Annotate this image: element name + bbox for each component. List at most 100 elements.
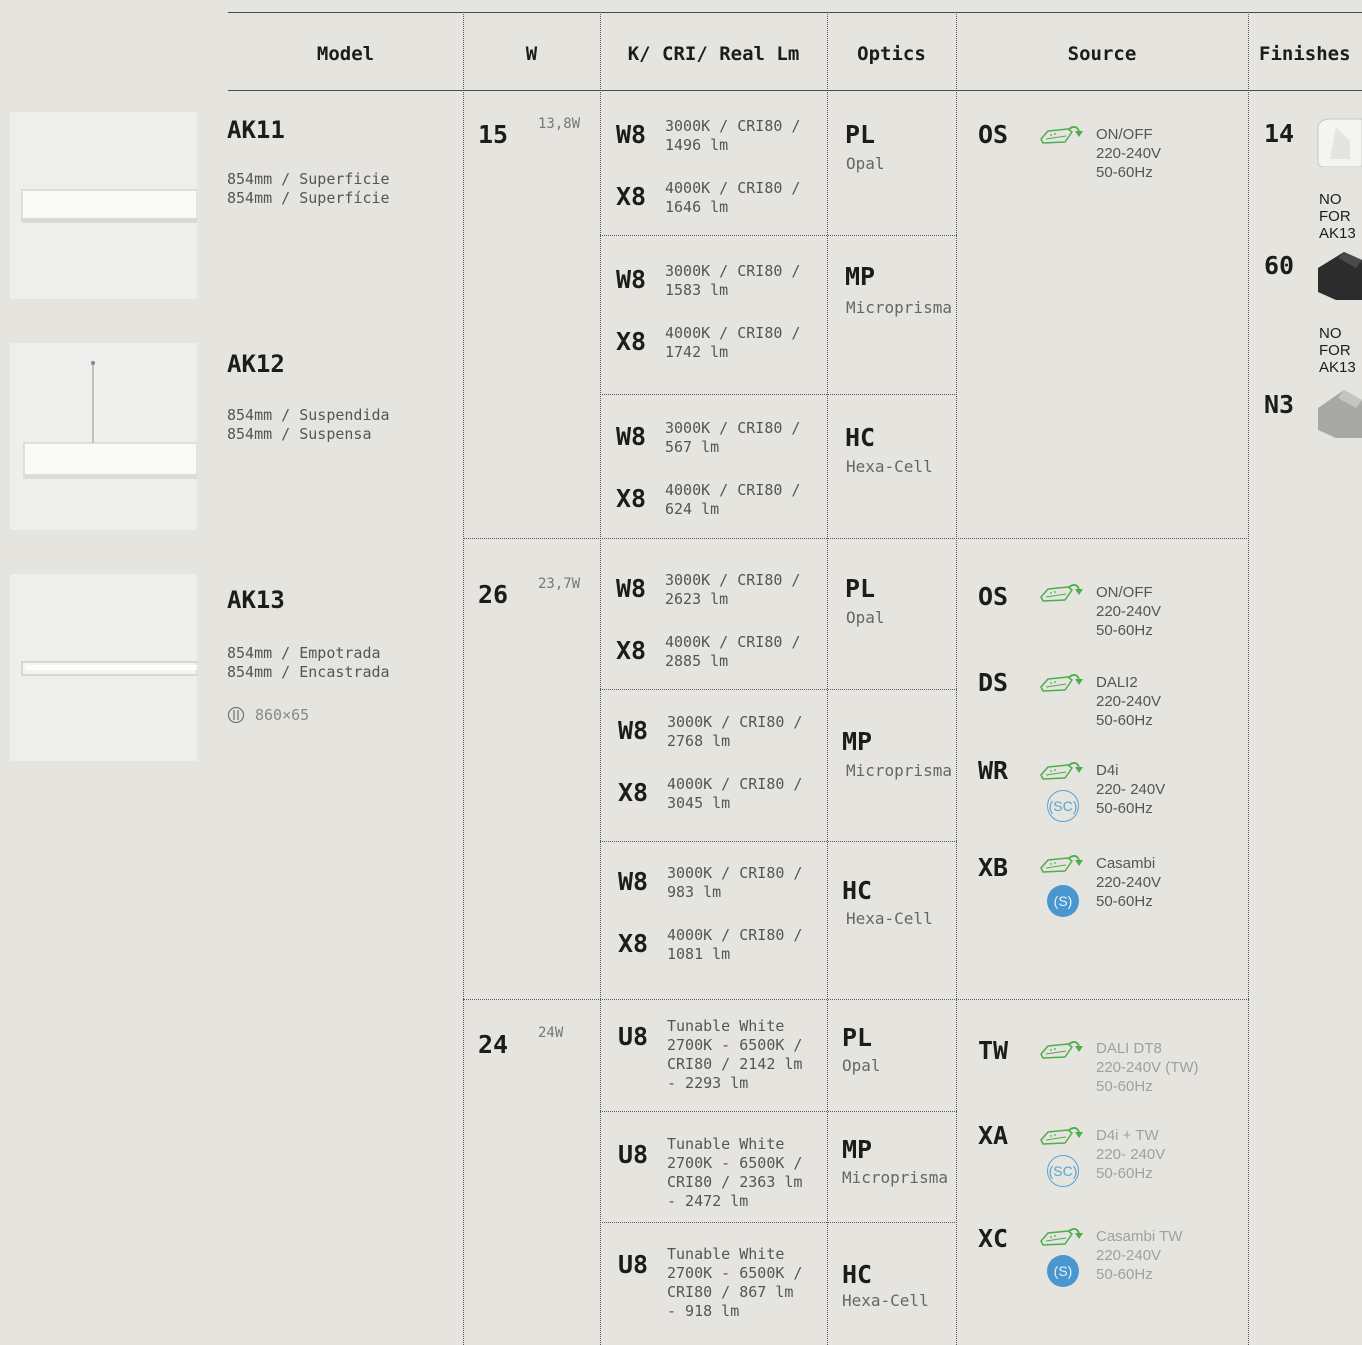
color-desc: 4000K / CRI80 / 1742 lm	[665, 324, 801, 361]
driver-plug-icon	[1040, 126, 1084, 144]
source-desc: D4i + TW 220- 240V 50-60Hz	[1096, 1127, 1166, 1182]
color-code: U8	[618, 1022, 649, 1051]
header-optics: Optics	[857, 43, 926, 65]
optic-name: Microprisma	[846, 761, 952, 780]
source-desc: Casambi TW 220-240V 50-60Hz	[1096, 1228, 1183, 1283]
finish-grey-swatch	[1316, 388, 1362, 438]
optic-name: Hexa-Cell	[846, 909, 933, 928]
source-desc: ON/OFF 220-240V 50-60Hz	[1096, 126, 1162, 181]
source-desc: D4i 220- 240V 50-60Hz	[1096, 762, 1166, 817]
watt-real: 24W	[538, 1025, 564, 1041]
optic-name: Microprisma	[846, 298, 952, 317]
optic-code: MP	[845, 262, 876, 291]
finish-white-swatch	[1316, 117, 1362, 167]
color-desc: Tunable White 2700K - 6500K / CRI80 / 86…	[667, 1245, 803, 1320]
header-finishes: Finishes	[1259, 43, 1351, 65]
color-desc: 4000K / CRI80 / 1081 lm	[667, 926, 803, 963]
optic-code: PL	[842, 1023, 873, 1052]
optic-name: Opal	[846, 154, 885, 173]
header-k-cri-lm: K/ CRI/ Real Lm	[627, 43, 800, 65]
source-code: XB	[978, 853, 1009, 882]
model-name-ak11: AK11	[227, 116, 285, 144]
color-desc: 4000K / CRI80 / 1646 lm	[665, 179, 801, 216]
finish-black-swatch	[1316, 250, 1362, 300]
optic-code: MP	[842, 727, 873, 756]
source-code: XA	[978, 1121, 1009, 1150]
source-code: OS	[978, 120, 1009, 149]
finish-note: NO FOR AK13	[1319, 325, 1356, 376]
product-image-ak13	[10, 574, 198, 761]
finish-note: NO FOR AK13	[1319, 191, 1356, 242]
source-code: XC	[978, 1224, 1009, 1253]
optic-name: Opal	[842, 1056, 881, 1075]
color-code: X8	[616, 636, 647, 665]
color-desc: 4000K / CRI80 / 2885 lm	[665, 633, 801, 670]
optic-code: HC	[842, 876, 873, 905]
source-desc: DALI DT8 220-240V (TW) 50-60Hz	[1096, 1040, 1199, 1095]
driver-plug-icon	[1040, 584, 1084, 602]
smart-wireless-icon: (S)	[1047, 1255, 1079, 1287]
watt-nominal: 26	[478, 580, 509, 609]
color-desc: 3000K / CRI80 / 2623 lm	[665, 571, 801, 608]
color-desc: 4000K / CRI80 / 3045 lm	[667, 775, 803, 812]
color-desc: 3000K / CRI80 / 1496 lm	[665, 117, 801, 154]
cutout-size: 860×65	[255, 706, 310, 724]
color-code: W8	[618, 716, 649, 745]
driver-plug-icon	[1040, 674, 1084, 692]
color-desc: 3000K / CRI80 / 2768 lm	[667, 713, 803, 750]
driver-plug-icon	[1040, 1228, 1084, 1246]
optic-code: HC	[845, 423, 876, 452]
color-code: W8	[618, 867, 649, 896]
watt-nominal: 24	[478, 1030, 509, 1059]
optic-code: MP	[842, 1135, 873, 1164]
driver-plug-icon	[1040, 762, 1084, 780]
color-desc: 3000K / CRI80 / 567 lm	[665, 419, 801, 456]
color-code: U8	[618, 1250, 649, 1279]
optic-code: PL	[845, 120, 876, 149]
color-code: W8	[616, 574, 647, 603]
optic-name: Hexa-Cell	[846, 457, 933, 476]
model-name-ak13: AK13	[227, 586, 285, 614]
color-code: X8	[618, 929, 649, 958]
color-code: W8	[616, 422, 647, 451]
product-image-ak11	[10, 112, 198, 299]
color-code: X8	[616, 182, 647, 211]
header-w: W	[525, 43, 538, 65]
smart-wireless-icon: (S)	[1047, 885, 1079, 917]
source-desc: DALI2 220-240V 50-60Hz	[1096, 674, 1162, 729]
model-name-ak12: AK12	[227, 350, 285, 378]
source-desc: Casambi 220-240V 50-60Hz	[1096, 855, 1162, 910]
color-code: X8	[616, 484, 647, 513]
color-desc: Tunable White 2700K - 6500K / CRI80 / 23…	[667, 1135, 803, 1210]
finish-code: N3	[1264, 390, 1295, 419]
source-code: DS	[978, 668, 1009, 697]
color-code: X8	[616, 327, 647, 356]
optic-code: HC	[842, 1260, 873, 1289]
source-code: OS	[978, 582, 1009, 611]
model-desc-ak12: 854mm / Suspendida 854mm / Suspensa	[227, 406, 390, 443]
driver-plug-icon	[1040, 855, 1084, 873]
driver-plug-icon	[1040, 1041, 1084, 1059]
source-code: WR	[978, 756, 1009, 785]
optic-name: Hexa-Cell	[842, 1291, 929, 1310]
cutout-icon	[227, 706, 245, 728]
watt-real: 13,8W	[538, 116, 581, 132]
color-desc: 3000K / CRI80 / 1583 lm	[665, 262, 801, 299]
finish-code: 14	[1264, 119, 1295, 148]
color-desc: Tunable White 2700K - 6500K / CRI80 / 21…	[667, 1017, 803, 1092]
product-image-ak12	[10, 343, 198, 530]
header-source: Source	[1067, 43, 1137, 65]
finish-code: 60	[1264, 251, 1295, 280]
model-desc-ak11: 854mm / Superficie 854mm / Superfície	[227, 170, 390, 207]
source-code: TW	[978, 1036, 1009, 1065]
header-model: Model	[316, 43, 375, 65]
watt-nominal: 15	[478, 120, 509, 149]
color-desc: 3000K / CRI80 / 983 lm	[667, 864, 803, 901]
sensor-compatible-icon: (SC)	[1047, 790, 1079, 822]
model-desc-ak13: 854mm / Empotrada 854mm / Encastrada	[227, 644, 390, 681]
optic-name: Opal	[846, 608, 885, 627]
color-code: X8	[618, 778, 649, 807]
color-code: W8	[616, 265, 647, 294]
sensor-compatible-icon: (SC)	[1047, 1155, 1079, 1187]
watt-real: 23,7W	[538, 576, 581, 592]
